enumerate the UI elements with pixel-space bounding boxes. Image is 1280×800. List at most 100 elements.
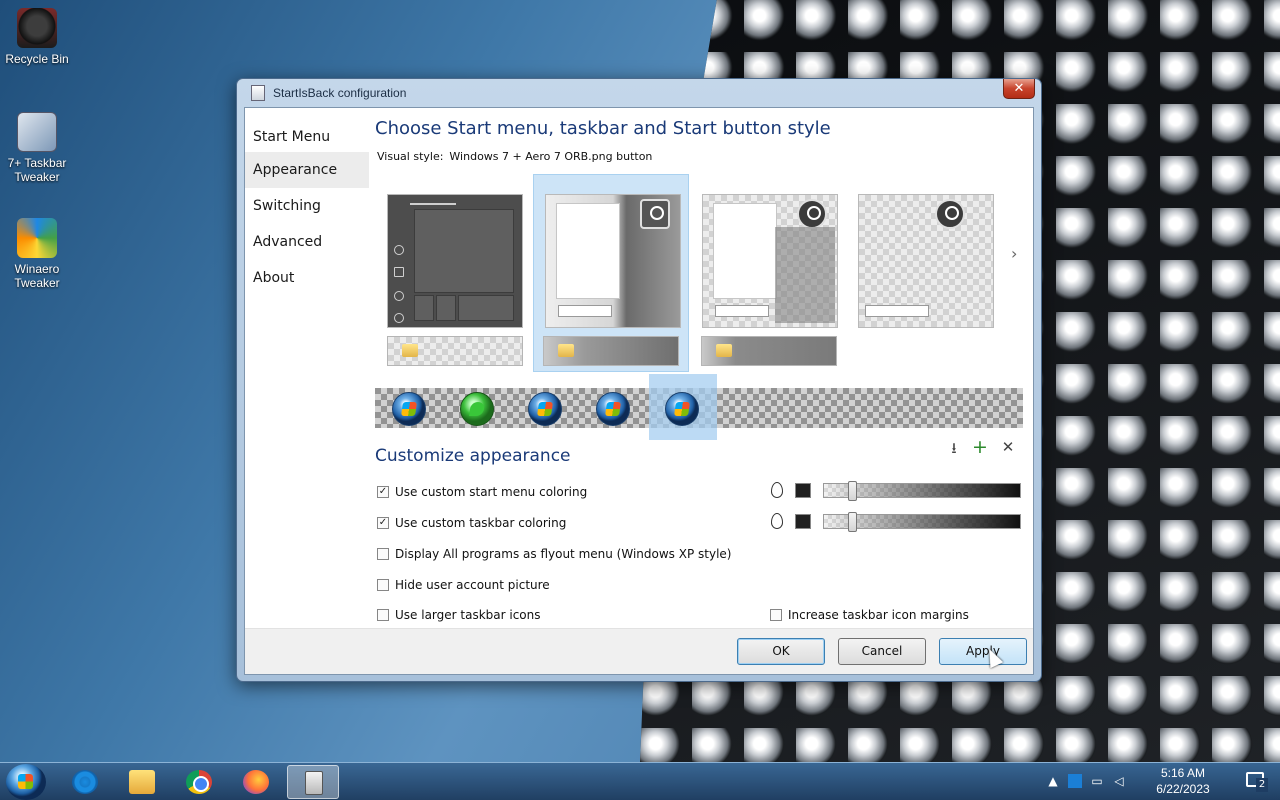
option-custom-taskbar-coloring[interactable]: ✓ Use custom taskbar coloring — [377, 515, 566, 531]
user-picture-icon — [640, 199, 670, 229]
style-option-windows-10[interactable] — [387, 194, 523, 328]
checkbox[interactable] — [770, 609, 782, 621]
checkbox[interactable] — [377, 579, 389, 591]
taskbar-style-option-2[interactable] — [543, 336, 679, 366]
taskbar-app-startisback[interactable] — [287, 765, 339, 799]
desktop-icon-taskbar-tweaker[interactable]: 7+ Taskbar Tweaker — [0, 112, 74, 184]
startisback-icon — [305, 771, 323, 795]
folder-icon — [716, 344, 732, 357]
user-icon — [394, 245, 404, 255]
taskbar-app-firefox[interactable] — [230, 765, 282, 799]
folder-icon — [394, 267, 404, 277]
title-bar[interactable]: StartIsBack configuration ✕ — [237, 79, 1041, 107]
color-swatch[interactable] — [795, 514, 811, 529]
right-pane — [775, 227, 835, 323]
checkbox[interactable] — [377, 548, 389, 560]
clock[interactable]: 5:16 AM 6/22/2023 — [1144, 765, 1222, 797]
option-label: Use custom taskbar coloring — [395, 516, 567, 530]
taskbar-app-explorer[interactable] — [116, 765, 168, 799]
checkbox[interactable]: ✓ — [377, 517, 389, 529]
appearance-panel: Choose Start menu, taskbar and Start but… — [375, 108, 1030, 628]
app-icon — [251, 85, 265, 101]
taskbar-style-option-1[interactable] — [387, 336, 523, 366]
start-orb-option-5[interactable] — [665, 392, 699, 426]
opacity-drop-icon — [771, 513, 783, 529]
opacity-drop-icon — [771, 482, 783, 498]
style-option-windows-7[interactable] — [545, 194, 681, 328]
taskbar-tweaker-icon — [17, 112, 57, 152]
style-option-transparent[interactable] — [858, 194, 994, 328]
notification-count: 2 — [1256, 778, 1268, 792]
dialog-client: Start Menu Appearance Switching Advanced… — [244, 107, 1034, 675]
window-title: StartIsBack configuration — [273, 86, 407, 100]
taskbar: ▲ ▭ ◁ 5:16 AM 6/22/2023 2 — [0, 762, 1280, 800]
transparency-slider[interactable] — [823, 481, 1021, 501]
tile — [436, 295, 456, 321]
nav-item-appearance[interactable]: Appearance — [245, 152, 369, 188]
search-box — [715, 305, 769, 317]
download-icon[interactable]: ⭳ — [945, 438, 963, 458]
ok-button[interactable]: OK — [737, 638, 825, 665]
taskbar-app-chrome[interactable] — [173, 765, 225, 799]
close-button[interactable]: ✕ — [1003, 79, 1035, 99]
dialog-footer: OK Cancel Apply — [245, 628, 1033, 674]
power-icon — [394, 313, 404, 323]
nav-item-about[interactable]: About — [245, 260, 369, 296]
tile — [414, 209, 514, 293]
startisback-config-window: StartIsBack configuration ✕ Start Menu A… — [236, 78, 1042, 682]
slider-thumb[interactable] — [848, 512, 857, 532]
option-label: Hide user account picture — [395, 578, 550, 592]
nav-item-start-menu[interactable]: Start Menu — [245, 122, 369, 152]
desktop-icon-winaero[interactable]: Winaero Tweaker — [0, 218, 74, 290]
customize-heading: Customize appearance — [375, 446, 571, 466]
start-orb-option-3[interactable] — [528, 392, 562, 426]
action-center-button[interactable]: 2 — [1246, 772, 1268, 792]
option-custom-start-menu-coloring[interactable]: ✓ Use custom start menu coloring — [377, 484, 587, 500]
start-orb-option-1[interactable] — [392, 392, 426, 426]
start-orb-option-clover[interactable] — [460, 392, 494, 426]
option-flyout-menu[interactable]: Display All programs as flyout menu (Win… — [377, 546, 731, 562]
volume-icon[interactable]: ◁ — [1112, 774, 1126, 788]
cancel-button[interactable]: Cancel — [838, 638, 926, 665]
desktop-icon-label: Recycle Bin — [5, 52, 69, 66]
taskbar-app-ie[interactable] — [59, 765, 111, 799]
visual-style-label: Visual style: — [377, 150, 444, 163]
taskbar-style-option-3[interactable] — [701, 336, 837, 366]
menu-pane — [713, 203, 777, 299]
chrome-icon — [186, 770, 212, 794]
folder-icon — [558, 344, 574, 357]
option-hide-user-picture[interactable]: Hide user account picture — [377, 577, 550, 593]
next-styles-arrow[interactable]: › — [1011, 244, 1017, 263]
network-icon[interactable]: ▭ — [1090, 774, 1104, 788]
start-orb-option-4[interactable] — [596, 392, 630, 426]
visual-style-value: Windows 7 + Aero 7 ORB.png button — [449, 150, 653, 163]
transparency-slider[interactable] — [823, 512, 1021, 532]
start-button[interactable] — [6, 764, 46, 800]
show-hidden-icons-icon[interactable]: ▲ — [1046, 774, 1060, 788]
option-label: Use custom start menu coloring — [395, 485, 588, 499]
color-swatch[interactable] — [795, 483, 811, 498]
user-picture-icon — [797, 199, 827, 229]
taskbar-color-control — [771, 512, 1021, 532]
start-menu-color-control — [771, 481, 1021, 501]
option-icon-margins[interactable]: Increase taskbar icon margins — [770, 607, 969, 623]
clock-time: 5:16 AM — [1160, 766, 1206, 780]
style-option-plain[interactable] — [702, 194, 838, 328]
option-label: Use larger taskbar icons — [395, 608, 541, 622]
firefox-icon — [243, 770, 269, 794]
add-icon[interactable]: + — [971, 436, 989, 458]
system-tray: ▲ ▭ ◁ 5:16 AM 6/22/2023 2 — [1040, 763, 1280, 800]
checkbox[interactable]: ✓ — [377, 486, 389, 498]
nav-item-advanced[interactable]: Advanced — [245, 224, 369, 260]
option-larger-taskbar-icons[interactable]: Use larger taskbar icons — [377, 607, 541, 623]
page-title: Choose Start menu, taskbar and Start but… — [375, 118, 831, 139]
nav-item-switching[interactable]: Switching — [245, 188, 369, 224]
tile — [414, 295, 434, 321]
checkbox[interactable] — [377, 609, 389, 621]
desktop-icon-recycle-bin[interactable]: Recycle Bin — [0, 8, 74, 66]
orb-actions: ⭳ + ✕ — [945, 436, 1025, 460]
file-explorer-icon — [129, 770, 155, 794]
remove-icon[interactable]: ✕ — [999, 438, 1017, 458]
slider-thumb[interactable] — [848, 481, 857, 501]
app-tray-icon[interactable] — [1068, 774, 1082, 788]
